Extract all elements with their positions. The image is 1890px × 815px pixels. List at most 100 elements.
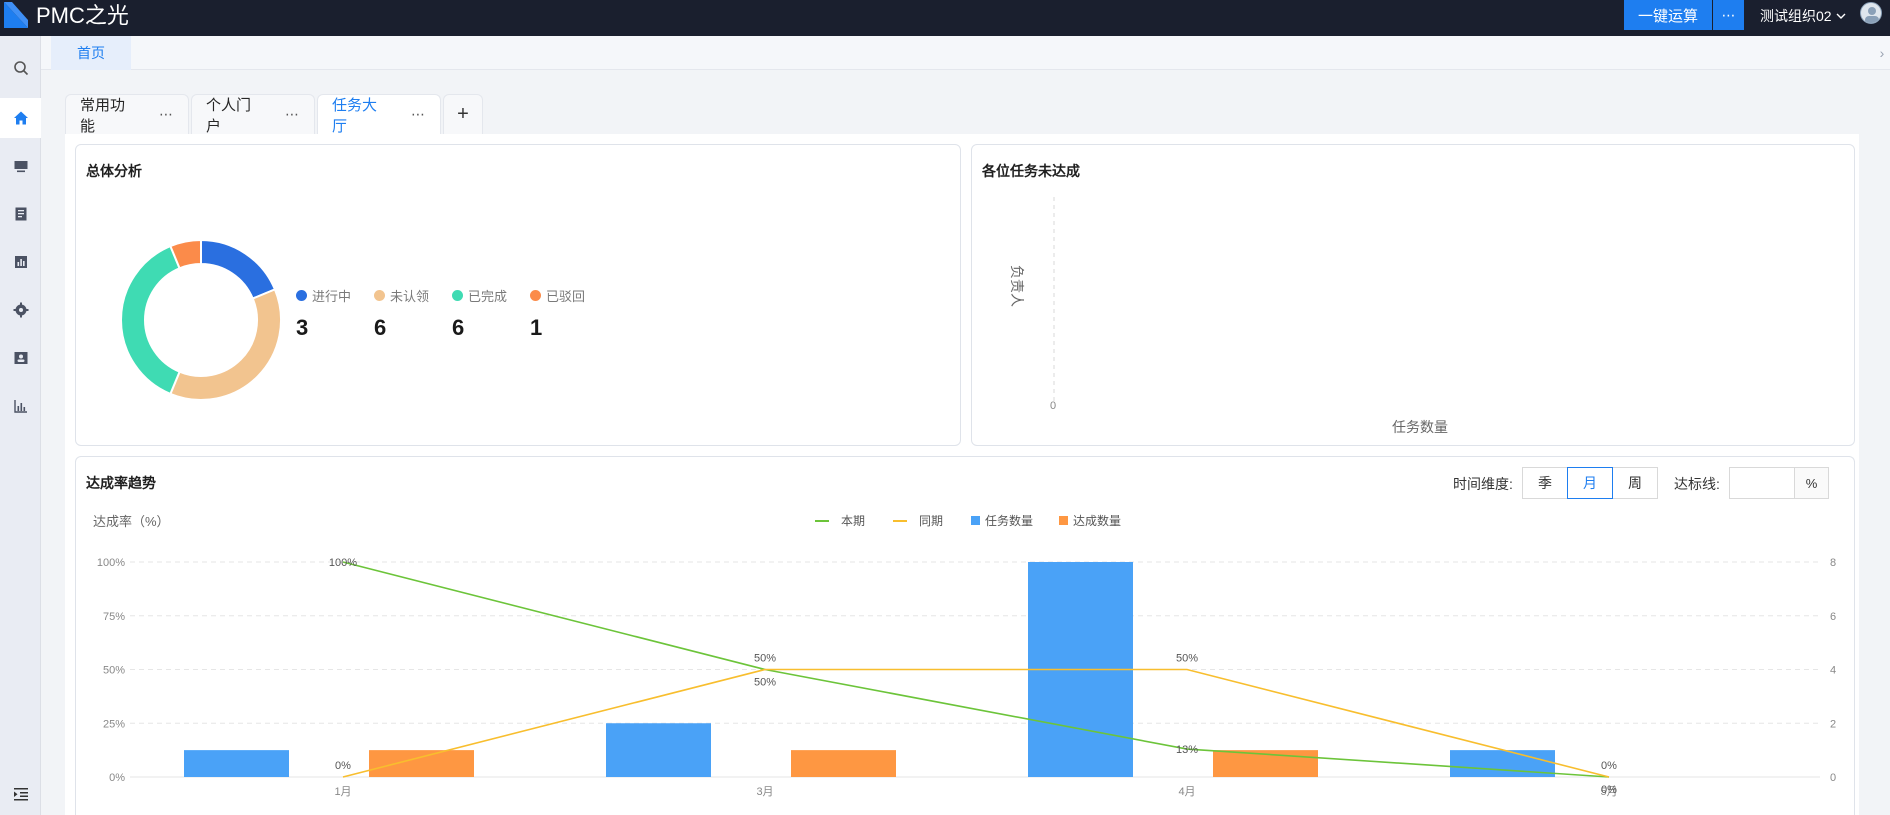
y-axis-label: 负责人	[1009, 265, 1025, 307]
add-tab-button[interactable]: +	[443, 94, 483, 134]
tab-task-hall[interactable]: 任务大厅 ⋯	[317, 94, 441, 135]
legend-completed: 已完成 6	[452, 286, 530, 341]
time-option-month[interactable]: 月	[1567, 467, 1613, 499]
tab-more-icon[interactable]: ⋯	[285, 106, 300, 123]
time-option-week[interactable]: 周	[1612, 467, 1658, 499]
target-unit: %	[1794, 467, 1829, 499]
data-label-current-1: 50%	[754, 677, 776, 689]
chevron-right-icon[interactable]: ›	[1874, 42, 1890, 64]
y-right-tick-2: 4	[1830, 665, 1836, 677]
trend-title: 达成率趋势	[86, 475, 156, 491]
left-sidebar	[0, 36, 41, 815]
run-calculation-button[interactable]: 一键运算	[1624, 0, 1712, 30]
bar-done-1[interactable]	[791, 750, 896, 777]
legend-in-progress: 进行中 3	[296, 286, 374, 341]
app-logo-icon	[0, 0, 32, 30]
sidebar-item-home[interactable]	[0, 98, 41, 138]
tab-label: 任务大厅	[332, 96, 378, 135]
sidebar-item-monitor[interactable]	[0, 146, 41, 186]
sidebar-item-contacts[interactable]	[0, 338, 41, 378]
org-selector[interactable]: 测试组织02	[1760, 6, 1846, 26]
y-left-tick-4: 100%	[97, 557, 125, 569]
monitor-icon	[14, 161, 27, 173]
sidebar-item-report[interactable]	[0, 242, 41, 282]
legend-text: 同期	[919, 514, 943, 528]
bar-task-1[interactable]	[606, 723, 711, 777]
donut-slice-0[interactable]	[200, 238, 277, 300]
chart-legend-item-3[interactable]: 达成数量	[1059, 513, 1121, 528]
legend-value: 3	[296, 315, 309, 340]
data-label-current-2: 13%	[1176, 744, 1198, 756]
chart-legend-item-2[interactable]: 任务数量	[971, 513, 1033, 528]
sidebar-item-documents[interactable]	[0, 194, 41, 234]
sidebar-item-settings[interactable]	[0, 290, 41, 330]
chart-legend-item-0[interactable]: 本期	[815, 514, 865, 528]
legend-rejected: 已驳回 1	[530, 286, 608, 341]
tab-common-functions[interactable]: 常用功能 ⋯	[65, 94, 189, 135]
y-left-tick-2: 50%	[103, 665, 125, 677]
page-tab-home[interactable]: 首页	[51, 36, 131, 70]
org-name: 测试组织02	[1760, 8, 1832, 24]
app-title: PMC之光	[36, 3, 129, 28]
tab-more-icon[interactable]: ⋯	[159, 106, 174, 123]
y-axis-title: 达成率（%）	[93, 514, 170, 529]
pending-empty-chart: 0 任务数量 负责人	[1009, 197, 1448, 435]
legend-label: 已驳回	[546, 289, 586, 304]
sidebar-search[interactable]	[0, 48, 41, 88]
donut-slice-2[interactable]	[120, 244, 181, 396]
data-label-yoy-0: 0%	[335, 760, 351, 772]
time-option-quarter[interactable]: 季	[1522, 467, 1568, 499]
contact-card-icon	[14, 352, 27, 364]
tab-personal-portal[interactable]: 个人门户 ⋯	[191, 94, 315, 135]
gear-icon	[13, 302, 28, 318]
status-donut-chart	[120, 238, 282, 401]
data-label-yoy-2: 50%	[1176, 653, 1198, 665]
sidebar-item-statistics[interactable]	[0, 386, 41, 426]
y-left-tick-0: 0%	[109, 772, 125, 784]
data-label-yoy-3: 0%	[1601, 760, 1617, 772]
bar-chart-icon	[14, 256, 27, 268]
trend-combo-chart: 达成率（%） 本期 同期 任务数量 达成数量 0% 25% 50% 75% 100% 0 2 4 6 8 1月…	[93, 513, 1836, 798]
status-dot	[374, 290, 385, 301]
data-label-current-3: 0%	[1601, 784, 1617, 796]
legend-value: 6	[374, 315, 387, 340]
statistics-icon	[13, 400, 27, 413]
status-dot	[530, 290, 541, 301]
status-dot	[452, 290, 463, 301]
legend-label: 未认领	[390, 289, 430, 304]
pending-tasks-card: 各位任务未达成 0 任务数量 负责人	[971, 144, 1855, 446]
target-line-input[interactable]	[1729, 467, 1795, 499]
more-actions-button[interactable]: ⋯	[1713, 0, 1744, 30]
sidebar-collapse[interactable]	[0, 774, 41, 814]
home-icon	[13, 111, 28, 125]
legend-label: 已完成	[468, 289, 508, 304]
x-tick-2: 4月	[1178, 786, 1195, 798]
y-left-tick-3: 75%	[103, 611, 125, 623]
tab-more-icon[interactable]: ⋯	[411, 106, 426, 123]
y-right-tick-1: 2	[1830, 718, 1836, 730]
document-icon	[15, 207, 26, 221]
x-axis-label: 任务数量	[1392, 419, 1448, 435]
legend-text: 本期	[841, 514, 865, 528]
x-tick-0: 0	[1050, 400, 1056, 412]
bar-done-0[interactable]	[369, 750, 474, 777]
y-right-tick-0: 0	[1830, 772, 1836, 784]
donut-slice-1[interactable]	[169, 288, 282, 401]
legend-text: 达成数量	[1073, 513, 1121, 528]
chart-legend-item-1[interactable]: 同期	[893, 514, 943, 528]
y-right-tick-4: 8	[1830, 557, 1836, 569]
status-legend: 进行中 3 未认领 6 已完成 6 已驳回 1	[296, 286, 608, 341]
legend-label: 进行中	[312, 289, 352, 304]
target-line-label: 达标线:	[1674, 476, 1720, 492]
data-label-yoy-1: 50%	[754, 653, 776, 665]
overview-card: 总体分析 进行中 3 未认领 6 已完成 6 已驳回 1	[75, 144, 961, 446]
overview-title: 总体分析	[86, 163, 142, 179]
bar-task-0[interactable]	[184, 750, 289, 777]
legend-value: 6	[452, 315, 465, 340]
user-avatar[interactable]	[1860, 2, 1882, 24]
menu-collapse-icon	[13, 788, 28, 801]
legend-value: 1	[530, 315, 543, 340]
tab-label: 常用功能	[80, 96, 126, 135]
search-icon	[13, 61, 28, 76]
status-dot	[296, 290, 307, 301]
